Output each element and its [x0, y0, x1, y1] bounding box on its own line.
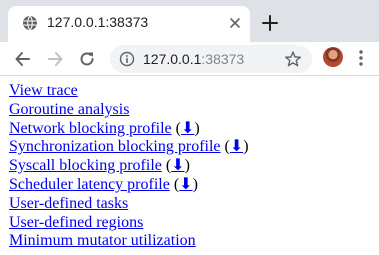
list-item: User-defined regions — [9, 214, 369, 233]
view-trace-link[interactable]: View trace — [9, 82, 78, 99]
user-defined-tasks-link[interactable]: User-defined tasks — [9, 195, 128, 212]
browser-toolbar: 127.0.0.1:38373 — [0, 42, 379, 76]
download-sync-profile-link[interactable]: ⬇ — [230, 138, 243, 155]
paren: ) — [194, 119, 200, 137]
list-item: Goroutine analysis — [9, 101, 369, 120]
paren: ) — [184, 157, 190, 175]
forward-arrow-icon[interactable] — [45, 49, 65, 69]
tab-strip: 127.0.0.1:38373 — [0, 0, 379, 42]
reload-icon[interactable] — [77, 49, 97, 69]
user-defined-regions-link[interactable]: User-defined regions — [9, 214, 143, 231]
url-host: 127.0.0.1 — [143, 51, 202, 67]
paren: ) — [192, 175, 198, 193]
info-icon[interactable] — [119, 51, 135, 67]
bookmark-star-icon[interactable] — [284, 50, 302, 68]
profile-avatar[interactable] — [323, 47, 343, 67]
list-item: Synchronization blocking profile (⬇) — [9, 138, 369, 157]
page-content: View trace Goroutine analysis Network bl… — [9, 82, 369, 251]
close-icon[interactable] — [227, 15, 243, 31]
syscall-blocking-profile-link[interactable]: Syscall blocking profile — [9, 157, 162, 174]
download-network-profile-link[interactable]: ⬇ — [181, 120, 194, 137]
minimum-mutator-utilization-link[interactable]: Minimum mutator utilization — [9, 232, 196, 249]
back-arrow-icon[interactable] — [13, 49, 33, 69]
goroutine-analysis-link[interactable]: Goroutine analysis — [9, 101, 129, 118]
three-dots-menu-icon[interactable] — [358, 49, 364, 67]
scheduler-latency-profile-link[interactable]: Scheduler latency profile — [9, 176, 170, 193]
list-item: Network blocking profile (⬇) — [9, 120, 369, 139]
list-item: Syscall blocking profile (⬇) — [9, 157, 369, 176]
active-tab[interactable]: 127.0.0.1:38373 — [8, 6, 250, 42]
address-bar[interactable]: 127.0.0.1:38373 — [110, 45, 312, 73]
download-scheduler-profile-link[interactable]: ⬇ — [179, 176, 192, 193]
network-blocking-profile-link[interactable]: Network blocking profile — [9, 120, 172, 137]
tab-title: 127.0.0.1:38373 — [47, 14, 149, 30]
globe-icon — [23, 15, 37, 31]
url-text[interactable]: 127.0.0.1:38373 — [143, 51, 244, 67]
new-tab-plus-icon[interactable] — [259, 12, 281, 34]
synchronization-blocking-profile-link[interactable]: Synchronization blocking profile — [9, 138, 221, 155]
list-item: Scheduler latency profile (⬇) — [9, 176, 369, 195]
paren: ) — [243, 138, 249, 156]
download-syscall-profile-link[interactable]: ⬇ — [171, 157, 184, 174]
url-port: :38373 — [201, 51, 245, 67]
list-item: User-defined tasks — [9, 195, 369, 214]
list-item: View trace — [9, 82, 369, 101]
list-item: Minimum mutator utilization — [9, 232, 369, 251]
